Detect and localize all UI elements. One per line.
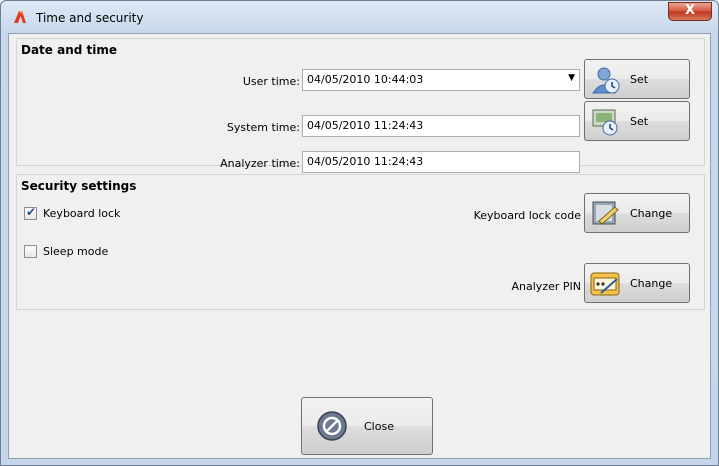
chevron-down-icon[interactable]: ▼	[568, 73, 575, 83]
analyzer-pin-label: Analyzer PIN	[511, 280, 581, 293]
change-analyzer-pin-label: Change	[630, 277, 673, 290]
keyboard-lock-label[interactable]: Keyboard lock	[43, 207, 120, 220]
window-close-button[interactable]: X	[668, 2, 712, 21]
date-time-group: Date and time User time: 04/05/2010 10:4…	[16, 38, 705, 173]
security-settings-group: Security settings ✔ Keyboard lock Sleep …	[16, 174, 705, 310]
keyboard-lock-checkbox[interactable]: ✔	[24, 205, 37, 220]
window-title: Time and security	[36, 11, 144, 25]
date-time-heading: Date and time	[21, 43, 118, 57]
change-analyzer-pin-button[interactable]: Change	[584, 263, 690, 303]
security-settings-heading: Security settings	[21, 179, 137, 193]
keyboard-lock-icon	[592, 201, 619, 225]
set-user-time-button[interactable]: Set	[584, 59, 690, 99]
system-time-value: 04/05/2010 11:24:43	[307, 119, 424, 132]
sleep-mode-label[interactable]: Sleep mode	[43, 245, 108, 258]
title-bar[interactable]: Time and security X	[1, 1, 718, 33]
pin-keypad-icon	[590, 272, 620, 296]
analyzer-time-label: Analyzer time:	[220, 157, 300, 170]
change-keyboard-lock-code-label: Change	[630, 207, 673, 220]
dialog-window: Time and security X Date and time User t…	[0, 0, 719, 466]
user-time-combo[interactable]: 04/05/2010 10:44:03 ▼	[302, 69, 580, 91]
checkmark-icon: ✔	[26, 205, 37, 219]
change-keyboard-lock-code-button[interactable]: Change	[584, 193, 690, 233]
sleep-mode-checkbox[interactable]	[24, 245, 37, 258]
user-clock-icon	[592, 67, 620, 94]
keyboard-lock-code-label: Keyboard lock code	[473, 209, 581, 222]
system-time-field[interactable]: 04/05/2010 11:24:43	[302, 115, 580, 137]
set-system-time-label: Set	[630, 115, 649, 128]
set-user-time-label: Set	[630, 73, 649, 86]
system-time-label: System time:	[226, 121, 300, 134]
analyzer-time-value: 04/05/2010 11:24:43	[307, 155, 424, 168]
close-circle-icon	[317, 411, 347, 441]
analyzer-time-field[interactable]: 04/05/2010 11:24:43	[302, 151, 580, 173]
dialog-client-area: Date and time User time: 04/05/2010 10:4…	[8, 33, 711, 459]
set-system-time-button[interactable]: Set	[584, 101, 690, 141]
computer-clock-icon	[592, 109, 618, 136]
close-button-label: Close	[364, 420, 394, 433]
user-time-label: User time:	[242, 75, 300, 88]
user-time-value: 04/05/2010 10:44:03	[307, 73, 424, 86]
close-button[interactable]: Close	[301, 397, 433, 455]
app-logo-icon	[14, 11, 26, 23]
